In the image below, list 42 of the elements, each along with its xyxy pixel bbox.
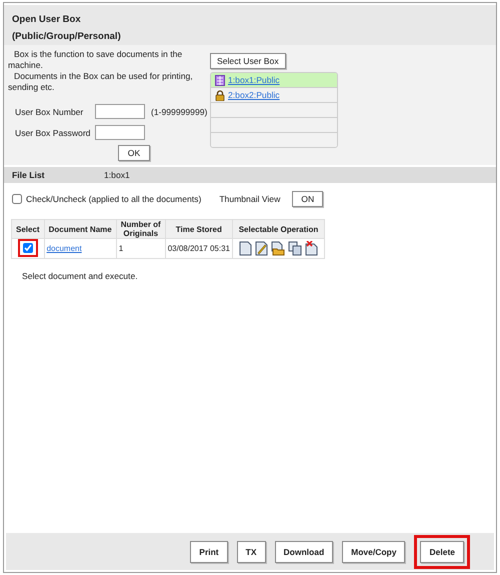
box-name: 1:box1 <box>104 170 130 180</box>
copy-icon[interactable] <box>288 241 302 256</box>
column-header: Document Name <box>44 220 116 238</box>
table-cell: 03/08/2017 05:31 <box>168 244 230 253</box>
action-button[interactable]: Delete <box>420 540 464 562</box>
page-title: Open User Box <box>12 13 82 27</box>
action-button[interactable]: Print <box>190 540 228 562</box>
select-checkbox[interactable] <box>22 242 33 252</box>
range-hint: (1-999999999) <box>151 106 208 116</box>
column-header: Selectable Operation <box>232 220 324 238</box>
checkbox-label: Check/Uncheck (applied to all the documents) <box>26 194 202 204</box>
thumbnail-label: Thumbnail View <box>219 194 280 204</box>
group-box-icon <box>215 74 225 86</box>
pencil-document-icon[interactable] <box>254 241 268 256</box>
input-field[interactable] <box>95 125 145 140</box>
field-label: User Box Number <box>15 106 84 116</box>
page-subtitle: (Public/Group/Personal) <box>12 30 122 44</box>
action-button[interactable]: Download <box>274 540 334 562</box>
column-header: Time Stored <box>165 220 232 238</box>
box-link[interactable]: 1:box1:Public <box>228 75 280 85</box>
box-list-item[interactable]: 2:box2:Public <box>211 87 337 102</box>
thumbnail-toggle-button[interactable]: ON <box>292 191 324 207</box>
select-user-box-button[interactable]: Select User Box <box>210 53 286 69</box>
input-field[interactable] <box>95 104 145 119</box>
delete-document-icon[interactable] <box>304 241 318 256</box>
description-text: Box is the function to save documents in the machine. <box>8 49 184 71</box>
table-cell: 1 <box>118 244 124 253</box>
box-link[interactable]: 2:box2:Public <box>228 90 280 100</box>
action-button[interactable]: TX <box>236 540 266 562</box>
document-icon[interactable] <box>238 241 252 256</box>
lock-icon <box>215 90 225 100</box>
instruction-text: Select document and execute. <box>22 271 139 281</box>
folder-document-icon[interactable] <box>270 241 285 256</box>
check-all-checkbox[interactable] <box>12 194 22 204</box>
action-button[interactable]: Move/Copy <box>342 540 406 562</box>
field-label: User Box Password <box>15 128 89 138</box>
column-header: Number of Originals <box>116 220 166 238</box>
section-title: File List <box>12 170 46 180</box>
column-header: Select <box>12 220 44 238</box>
box-list-item[interactable]: 1:box1:Public <box>211 73 337 87</box>
ok-button[interactable]: OK <box>118 145 150 161</box>
description-text: Documents in the Box can be used for printing, sending etc. <box>8 71 194 93</box>
